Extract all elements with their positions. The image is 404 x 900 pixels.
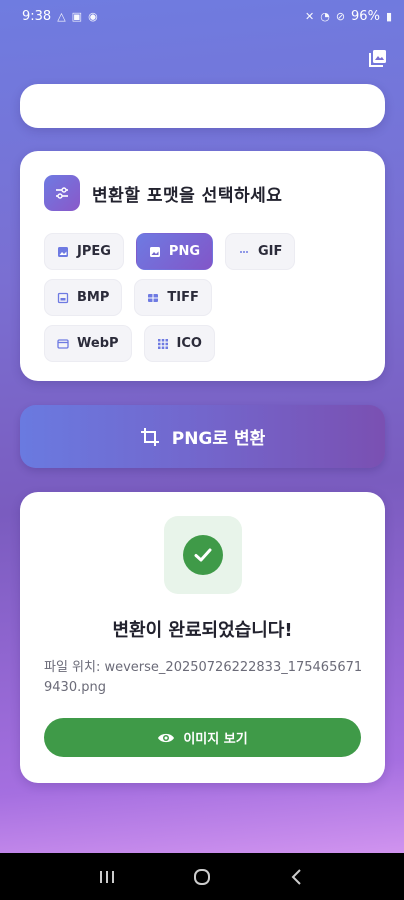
crop-icon	[140, 427, 159, 446]
format-chip-png[interactable]: PNG	[135, 233, 213, 270]
format-card: 변환할 포맷을 선택하세요 JPEG PNG GIF BMP TIFF WebP	[20, 151, 385, 381]
result-title: 변환이 완료되었습니다!	[112, 620, 293, 641]
gallery-button[interactable]	[366, 46, 390, 70]
layers-icon	[148, 293, 159, 302]
battery-icon: ▮	[385, 9, 392, 23]
wifi-icon: ◔	[320, 9, 330, 23]
photo-icon: ▣	[71, 9, 83, 23]
battery-level: 96%	[351, 8, 380, 24]
format-chip-label: TIFF	[167, 290, 199, 305]
gif-icon	[240, 250, 248, 253]
status-time: 9:38	[22, 8, 52, 24]
format-card-title: 변환할 포맷을 선택하세요	[92, 185, 283, 206]
eye-icon	[158, 733, 175, 742]
system-nav-bar	[0, 853, 404, 900]
home-button[interactable]	[187, 862, 217, 892]
dnd-icon: ⊘	[335, 9, 346, 23]
back-button[interactable]	[282, 862, 312, 892]
home-icon	[193, 868, 210, 885]
view-image-button-label: 이미지 보기	[183, 732, 248, 747]
result-card: 변환이 완료되었습니다! 파일 위치: weverse_202507262228…	[20, 492, 385, 783]
format-chip-label: JPEG	[77, 244, 111, 259]
back-icon	[291, 868, 301, 885]
format-chip-label: WebP	[77, 336, 119, 351]
format-chip-label: PNG	[168, 244, 200, 259]
format-chip-webp[interactable]: WebP	[44, 325, 132, 362]
format-card-header: 변환할 포맷을 선택하세요	[44, 175, 361, 211]
location-icon: ◉	[88, 9, 98, 23]
recents-button[interactable]	[92, 862, 122, 892]
gallery-icon	[369, 50, 386, 67]
image-icon	[149, 246, 160, 257]
image-icon	[58, 246, 68, 257]
web-icon	[57, 338, 69, 349]
previous-card	[20, 84, 385, 128]
bitmap-icon	[57, 292, 69, 303]
convert-button[interactable]: PNG로 변환	[20, 405, 385, 468]
drive-icon: △	[57, 9, 66, 23]
format-chip-ico[interactable]: ICO	[143, 325, 215, 362]
format-chip-label: ICO	[176, 336, 202, 351]
result-file-path: 파일 위치: weverse_20250726222833_1754656719…	[44, 660, 363, 695]
format-chip-tiff[interactable]: TIFF	[134, 279, 212, 316]
status-bar: 9:38 △ ▣ ◉ ✕ ◔ ⊘ 96% ▮	[0, 0, 404, 32]
format-chip-jpeg[interactable]: JPEG	[44, 233, 124, 270]
grid-icon	[157, 338, 168, 349]
format-chip-list: JPEG PNG GIF BMP TIFF WebP ICO	[44, 233, 304, 362]
format-chip-gif[interactable]: GIF	[225, 233, 296, 270]
sliders-icon	[44, 175, 80, 211]
mute-icon: ✕	[304, 9, 315, 23]
success-badge	[163, 516, 242, 594]
format-chip-bmp[interactable]: BMP	[44, 279, 123, 316]
format-chip-label: BMP	[77, 290, 110, 305]
view-image-button[interactable]: 이미지 보기	[44, 718, 361, 757]
format-chip-label: GIF	[258, 244, 283, 259]
convert-button-label: PNG로 변환	[171, 429, 266, 449]
check-icon	[182, 535, 223, 575]
recents-icon	[100, 870, 115, 883]
